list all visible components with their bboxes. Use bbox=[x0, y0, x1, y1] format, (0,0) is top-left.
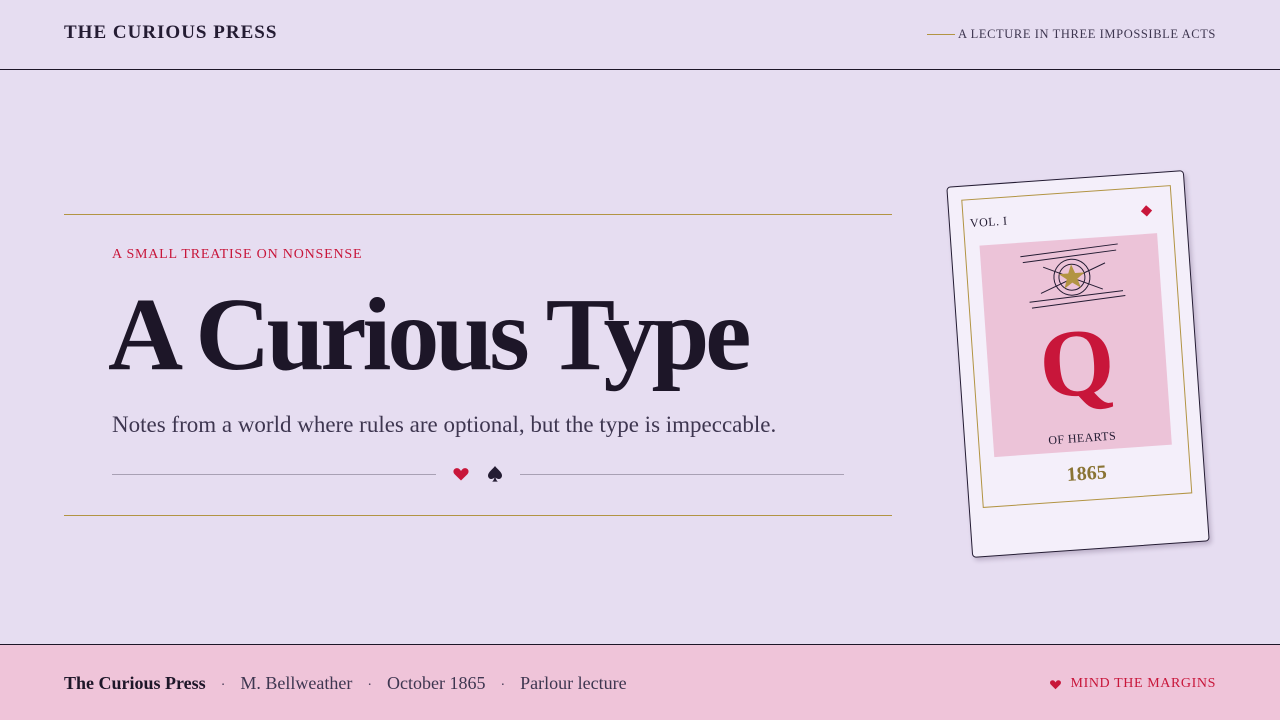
hero-subtitle: Notes from a world where rules are optio… bbox=[112, 412, 777, 437]
footer-author: M. Bellweather bbox=[240, 673, 353, 693]
header-tagline: A LECTURE IN THREE IMPOSSIBLE ACTS bbox=[957, 27, 1216, 41]
ornament-rule-left bbox=[112, 474, 436, 475]
spade-icon bbox=[488, 466, 502, 482]
site-header: THE CURIOUS PRESS A LECTURE IN THREE IMP… bbox=[0, 0, 1280, 70]
heart-icon bbox=[1049, 679, 1061, 689]
separator-dot: · bbox=[500, 678, 506, 693]
hero-top-rule bbox=[64, 214, 892, 215]
footer-motto: MIND THE MARGINS bbox=[1070, 676, 1216, 691]
hero-eyebrow: A SMALL TREATISE ON NONSENSE bbox=[112, 247, 363, 262]
header-divider bbox=[927, 34, 955, 35]
separator-dot: · bbox=[367, 678, 372, 693]
card-illustration: Q OF HEARTS bbox=[979, 233, 1172, 458]
card-rank: Q bbox=[1035, 306, 1118, 419]
footer-credits: The Curious Press · M. Bellweather · Oct… bbox=[64, 673, 627, 694]
footer-format: Parlour lecture bbox=[520, 673, 627, 693]
brand-name[interactable]: THE CURIOUS PRESS bbox=[64, 22, 277, 44]
footer-motto-link[interactable]: MIND THE MARGINS bbox=[1049, 676, 1216, 692]
footer-publisher[interactable]: The Curious Press bbox=[64, 673, 206, 694]
ornament-rule-right bbox=[520, 474, 844, 475]
separator-dot: · bbox=[220, 678, 226, 693]
queen-of-hearts-card: VOL. I Q OF HEARTS 1865 bbox=[946, 170, 1210, 558]
page-title: A Curious Type bbox=[108, 277, 751, 392]
hero-bottom-rule bbox=[64, 515, 892, 516]
site-footer: The Curious Press · M. Bellweather · Oct… bbox=[0, 644, 1280, 720]
heart-icon bbox=[453, 468, 469, 481]
footer-date: October 1865 bbox=[387, 673, 486, 693]
card-volume: VOL. I bbox=[969, 213, 1008, 231]
